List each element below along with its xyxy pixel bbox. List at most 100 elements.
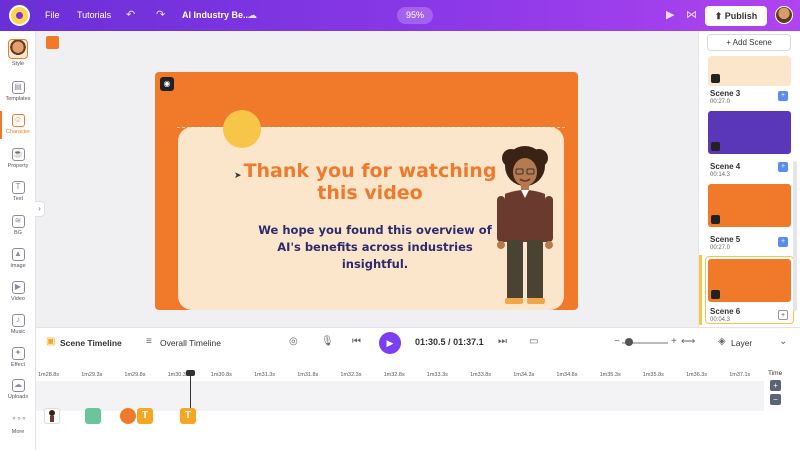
ruler-tick: 1m28.8s <box>38 372 60 378</box>
scene-thumb-icon <box>711 74 720 83</box>
scene-add-icon[interactable]: + <box>778 310 788 320</box>
scene-timeline-tab[interactable]: Scene Timeline <box>60 338 122 348</box>
sidebar-item-bg[interactable]: ≋ BG <box>0 213 36 245</box>
redo-icon[interactable]: ↷ <box>156 8 165 22</box>
zoom-in-icon[interactable]: + <box>671 336 677 348</box>
ruler-tick: 1m35.3s <box>599 372 621 378</box>
scene-thumb-icon <box>711 142 720 151</box>
play-button[interactable]: ▶ <box>379 332 401 354</box>
ruler-tick: 1m35.8s <box>642 372 664 378</box>
scene-add-icon[interactable]: + <box>778 162 788 172</box>
top-bar: File Tutorials ↶ ↷ AI Industry Be... ☁ 9… <box>0 0 800 31</box>
character-figure[interactable] <box>485 142 565 310</box>
scene-add-icon[interactable]: + <box>778 237 788 247</box>
scene-thumb-icon <box>711 290 720 299</box>
playhead-handle[interactable] <box>186 370 195 376</box>
track-area[interactable] <box>36 381 764 411</box>
text-clip[interactable]: T <box>180 408 196 424</box>
scene-color-swatch[interactable] <box>46 36 59 49</box>
scene-duration: 00:27.0 <box>710 99 731 105</box>
add-scene-button[interactable]: + Add Scene <box>707 34 791 51</box>
chevron-down-icon[interactable]: ⌄ <box>779 336 787 348</box>
sidebar-item-text[interactable]: T Text <box>0 179 36 211</box>
time-column-label: Time <box>768 370 783 377</box>
ruler-tick: 1m37.1s <box>729 372 751 378</box>
sidebar-item-label: Effect <box>11 362 25 368</box>
screen-record-icon[interactable]: ◉ <box>160 77 174 91</box>
scene-add-icon[interactable]: + <box>778 91 788 101</box>
active-scene-indicator <box>699 255 702 325</box>
scene-thumbnail[interactable] <box>708 56 791 86</box>
decorative-circle[interactable] <box>223 110 261 148</box>
time-display: 01:30.5 / 01:37.1 <box>415 337 484 347</box>
zoom-level[interactable]: 95% <box>397 7 433 24</box>
menu-tutorials[interactable]: Tutorials <box>77 10 111 20</box>
timeline-ruler[interactable]: 1m28.8s 1m29.3s 1m29.8s 1m30.3s 1m30.8s 1m31.… <box>36 368 764 380</box>
ruler-tick: 1m34.8s <box>556 372 578 378</box>
style-thumbnail-icon <box>8 39 28 59</box>
scene-panel-scrollbar[interactable] <box>793 161 797 311</box>
sidebar-item-style[interactable]: Style <box>0 33 36 67</box>
background-icon: ≋ <box>11 215 25 228</box>
overall-timeline-icon: ≡ <box>146 336 152 347</box>
sidebar-item-effect[interactable]: ✦ Effect <box>0 345 36 377</box>
share-icon[interactable]: ⋈ <box>686 8 697 22</box>
text-clip[interactable]: T <box>137 408 153 424</box>
user-avatar[interactable] <box>775 6 793 24</box>
scene-name: Scene 3 <box>710 89 741 98</box>
captions-icon[interactable]: ▭ <box>529 336 538 348</box>
scene-duration: 00:04.3 <box>710 317 731 323</box>
project-title[interactable]: AI Industry Be... <box>182 10 251 20</box>
publish-button[interactable]: ⬆ Publish <box>705 6 767 26</box>
canvas-subtext[interactable]: We hope you found this overview of AI's … <box>255 222 495 273</box>
skip-back-icon[interactable]: ⏮︎ <box>352 336 361 348</box>
canvas-heading[interactable]: Thank you for watching this video <box>240 160 500 204</box>
scene-thumbnail[interactable] <box>708 184 791 227</box>
sidebar-item-more[interactable]: ∘∘∘ More <box>0 412 36 444</box>
zoom-slider-handle[interactable] <box>625 338 633 346</box>
upload-icon: ☁ <box>11 379 25 392</box>
music-icon: ♪ <box>11 314 25 327</box>
zoom-out-icon[interactable]: − <box>614 336 620 348</box>
scene-panel: + Add Scene Scene 3 00:27.0 + Scene 4 00… <box>698 31 800 327</box>
app-logo[interactable] <box>9 5 30 26</box>
sidebar-item-video[interactable]: ▶ Video <box>0 279 36 311</box>
sidebar-item-label: Style <box>11 61 25 67</box>
add-track-button[interactable]: + <box>770 380 781 391</box>
sidebar-item-label: Uploads <box>7 394 29 400</box>
overall-timeline-tab[interactable]: Overall Timeline <box>160 338 221 348</box>
character-clip[interactable] <box>44 408 60 424</box>
sidebar-item-label: Music <box>10 329 26 335</box>
text-icon: T <box>11 181 25 194</box>
ruler-tick: 1m30.8s <box>210 372 232 378</box>
sidebar-item-templates[interactable]: ▤ Templates <box>0 79 36 111</box>
undo-icon[interactable]: ↶ <box>126 8 135 22</box>
collapse-track-button[interactable]: − <box>770 394 781 405</box>
sidebar-item-character[interactable]: ☺ Character <box>0 112 36 144</box>
scene-thumbnail[interactable] <box>708 111 791 154</box>
preview-icon[interactable]: ▶ <box>666 8 674 22</box>
character-icon: ☺ <box>11 114 25 127</box>
menu-file[interactable]: File <box>45 10 60 20</box>
shape-clip[interactable] <box>85 408 101 424</box>
sidebar-item-music[interactable]: ♪ Music <box>0 312 36 344</box>
sidebar-item-label: Templates <box>5 96 31 102</box>
screen-record-icon[interactable]: ◎ <box>289 336 298 348</box>
fit-width-icon[interactable]: ⟷ <box>681 336 695 348</box>
collapse-sidebar-toggle[interactable]: › <box>35 201 45 217</box>
scene-thumbnail-active[interactable] <box>708 259 791 302</box>
time-separator: / <box>448 337 451 347</box>
image-icon: ▲ <box>11 248 25 261</box>
character-clip-icon <box>49 410 55 422</box>
sidebar-item-uploads[interactable]: ☁ Uploads <box>0 377 36 409</box>
scene-canvas[interactable]: ◉ ➤ Thank you for watching this video We… <box>155 72 578 310</box>
microphone-icon[interactable]: 🎙︎ <box>321 336 334 348</box>
layer-button[interactable]: Layer <box>731 338 752 348</box>
property-icon: ☕ <box>11 148 25 161</box>
sidebar-item-label: Video <box>11 296 25 302</box>
circle-clip[interactable] <box>120 408 136 424</box>
sidebar-item-property[interactable]: ☕ Property <box>0 146 36 178</box>
skip-forward-icon[interactable]: ⏭︎ <box>498 336 507 348</box>
sidebar-item-image[interactable]: ▲ Image <box>0 246 36 278</box>
sidebar-item-label: More <box>11 429 25 435</box>
